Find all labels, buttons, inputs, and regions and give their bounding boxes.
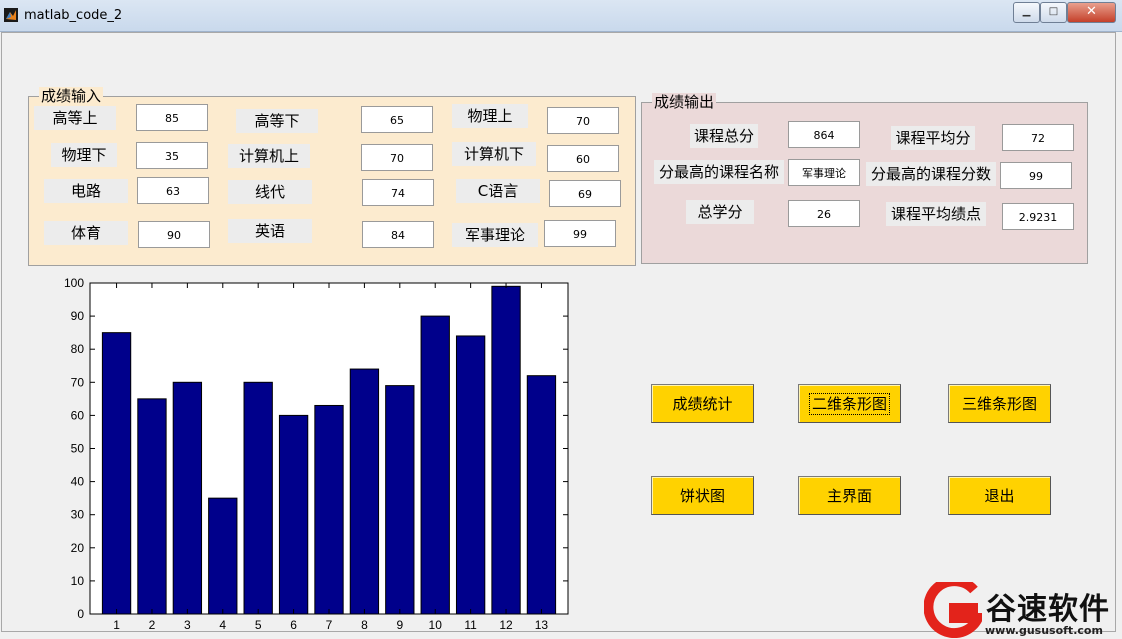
input-jisuanji-shang[interactable]: 70 bbox=[361, 144, 433, 171]
bar-13 bbox=[526, 375, 557, 615]
y-tick-label-60: 60 bbox=[71, 408, 85, 422]
title-bar: matlab_code_2 ▁ □ ✕ bbox=[0, 0, 1122, 32]
label-gaodeng-xia: 高等下 bbox=[236, 109, 318, 133]
main-menu-button[interactable]: 主界面 bbox=[798, 476, 901, 515]
bar-3 bbox=[172, 381, 203, 615]
x-tick-label-4: 4 bbox=[219, 618, 226, 632]
input-wuli-xia[interactable]: 35 bbox=[136, 142, 208, 169]
x-tick-label-12: 12 bbox=[499, 618, 513, 632]
input-yingyu[interactable]: 84 bbox=[362, 221, 434, 248]
bar-chart-2d-button[interactable]: 二维条形图 bbox=[798, 384, 901, 423]
input-gaodeng-xia[interactable]: 65 bbox=[361, 106, 433, 133]
gususoft-logo-icon bbox=[924, 582, 982, 638]
matlab-icon bbox=[4, 8, 18, 22]
y-tick-label-20: 20 bbox=[71, 541, 85, 555]
bar-8 bbox=[349, 368, 380, 615]
label-dianlu: 电路 bbox=[44, 179, 128, 203]
grade-statistics-button[interactable]: 成绩统计 bbox=[651, 384, 754, 423]
x-tick-label-7: 7 bbox=[326, 618, 333, 632]
output-panel-title: 成绩输出 bbox=[652, 93, 717, 111]
bar-5 bbox=[243, 381, 273, 615]
x-tick-label-11: 11 bbox=[464, 618, 477, 632]
input-junshi-lilun[interactable]: 99 bbox=[544, 220, 616, 247]
label-top-course-name: 分最高的课程名称 bbox=[654, 160, 784, 184]
bar-12 bbox=[491, 285, 521, 615]
label-total-score: 课程总分 bbox=[690, 124, 758, 148]
label-total-credits: 总学分 bbox=[686, 200, 754, 224]
y-tick-label-80: 80 bbox=[71, 342, 85, 356]
x-tick-label-8: 8 bbox=[361, 618, 368, 632]
maximize-button[interactable]: □ bbox=[1040, 2, 1067, 23]
input-c-yuyan[interactable]: 69 bbox=[549, 180, 621, 207]
label-gaodeng-shang: 高等上 bbox=[34, 106, 116, 130]
watermark-url: www.gususoft.com bbox=[985, 624, 1103, 637]
bar-chart-2d-label: 二维条形图 bbox=[808, 393, 891, 415]
close-button[interactable]: ✕ bbox=[1067, 2, 1116, 23]
x-tick-label-10: 10 bbox=[429, 618, 443, 632]
output-total-score[interactable]: 864 bbox=[788, 121, 860, 148]
label-wuli-xia: 物理下 bbox=[51, 143, 117, 167]
input-wuli-shang[interactable]: 70 bbox=[547, 107, 619, 134]
bar-4 bbox=[208, 497, 238, 615]
grade-statistics-label: 成绩统计 bbox=[672, 395, 733, 413]
bar-chart: 01020304050607080901001 2 3 4 5 6 7 8 9 10 11 12 13 bbox=[64, 278, 569, 632]
bar-chart-3d-label: 三维条形图 bbox=[961, 395, 1037, 413]
exit-label: 退出 bbox=[984, 487, 1015, 505]
y-tick-label-90: 90 bbox=[71, 309, 85, 323]
input-jisuanji-xia[interactable]: 60 bbox=[547, 145, 619, 172]
y-tick-label-50: 50 bbox=[71, 442, 85, 456]
label-jisuanji-shang: 计算机上 bbox=[228, 144, 310, 168]
y-tick-label-100: 100 bbox=[64, 278, 84, 290]
x-tick-label-1: 1 bbox=[113, 618, 120, 632]
bar-6 bbox=[278, 414, 309, 615]
output-total-credits[interactable]: 26 bbox=[788, 200, 860, 227]
input-tiyu[interactable]: 90 bbox=[138, 221, 210, 248]
x-tick-label-6: 6 bbox=[290, 618, 297, 632]
y-tick-label-10: 10 bbox=[71, 574, 85, 588]
input-panel-title: 成绩输入 bbox=[39, 87, 104, 105]
main-menu-label: 主界面 bbox=[826, 487, 872, 505]
input-dianlu[interactable]: 63 bbox=[137, 177, 209, 204]
label-jisuanji-xia: 计算机下 bbox=[452, 142, 536, 166]
bar-7 bbox=[314, 404, 344, 615]
label-c-yuyan: C语言 bbox=[456, 179, 540, 203]
window-title: matlab_code_2 bbox=[24, 8, 123, 23]
x-tick-label-13: 13 bbox=[535, 618, 549, 632]
pie-chart-label: 饼状图 bbox=[679, 487, 725, 505]
input-gaodeng-shang[interactable]: 85 bbox=[136, 104, 208, 131]
label-average-gpa: 课程平均绩点 bbox=[886, 202, 986, 226]
exit-button[interactable]: 退出 bbox=[948, 476, 1051, 515]
bar-10 bbox=[420, 315, 450, 615]
y-tick-label-0: 0 bbox=[77, 607, 84, 621]
pie-chart-button[interactable]: 饼状图 bbox=[651, 476, 754, 515]
label-top-course-score: 分最高的课程分数 bbox=[866, 162, 996, 186]
x-tick-label-2: 2 bbox=[149, 618, 156, 632]
bar-1 bbox=[101, 332, 132, 615]
bar-2 bbox=[137, 398, 167, 615]
output-average-score[interactable]: 72 bbox=[1002, 124, 1074, 151]
label-junshi-lilun: 军事理论 bbox=[452, 223, 538, 247]
label-average-score: 课程平均分 bbox=[891, 126, 975, 150]
label-yingyu: 英语 bbox=[228, 219, 312, 243]
label-wuli-shang: 物理上 bbox=[452, 104, 528, 128]
y-tick-label-40: 40 bbox=[71, 475, 85, 489]
bar-11 bbox=[455, 335, 486, 615]
label-xiandai: 线代 bbox=[228, 180, 312, 204]
bar-chart-3d-button[interactable]: 三维条形图 bbox=[948, 384, 1051, 423]
output-average-gpa[interactable]: 2.9231 bbox=[1002, 203, 1074, 230]
x-tick-label-3: 3 bbox=[184, 618, 191, 632]
x-tick-label-9: 9 bbox=[396, 618, 403, 632]
label-tiyu: 体育 bbox=[44, 221, 128, 245]
bar-9 bbox=[385, 385, 415, 615]
x-tick-label-5: 5 bbox=[255, 618, 262, 632]
output-top-course-score[interactable]: 99 bbox=[1000, 162, 1072, 189]
watermark-text: 谷速软件 bbox=[986, 592, 1110, 627]
y-tick-label-30: 30 bbox=[71, 508, 85, 522]
minimize-button[interactable]: ▁ bbox=[1013, 2, 1040, 23]
input-xiandai[interactable]: 74 bbox=[362, 179, 434, 206]
y-tick-label-70: 70 bbox=[71, 375, 85, 389]
output-top-course-name[interactable]: 军事理论 bbox=[788, 159, 860, 186]
